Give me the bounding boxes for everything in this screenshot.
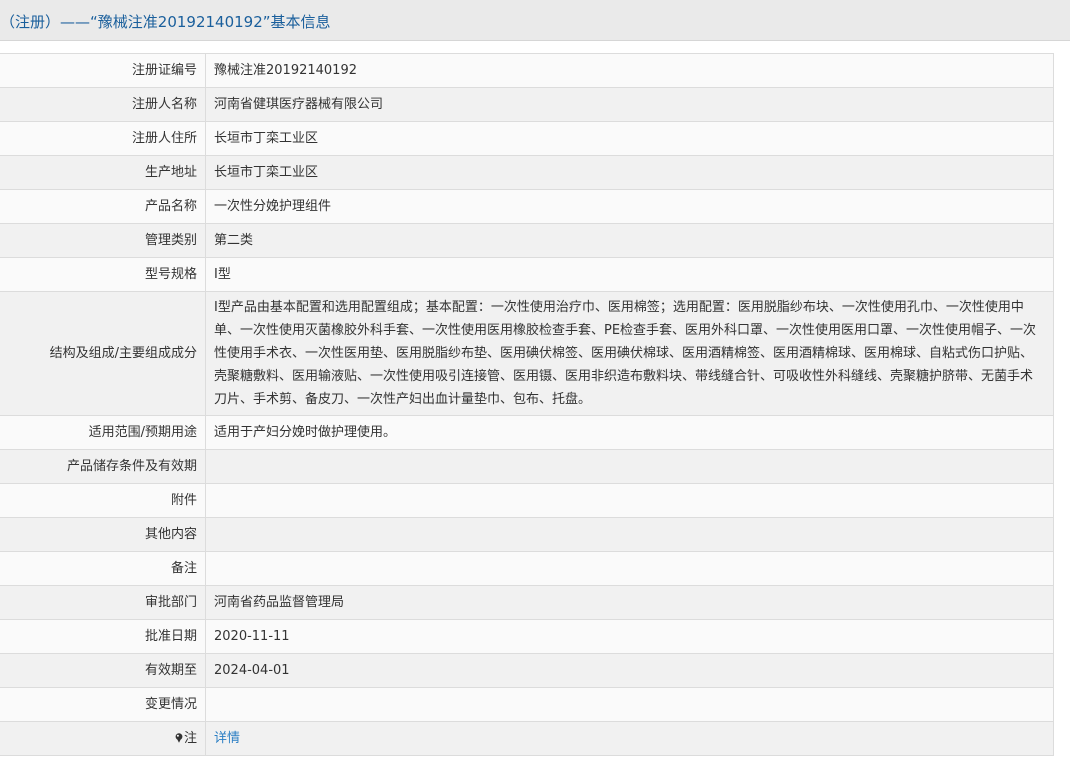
table-row: 生产地址 长垣市丁栾工业区	[0, 155, 1054, 190]
field-value: I型	[205, 257, 1054, 292]
field-label: 附件	[0, 483, 206, 518]
table-row: 其他内容	[0, 517, 1054, 552]
field-label: 生产地址	[0, 155, 206, 190]
field-label: 产品名称	[0, 189, 206, 224]
page-title: （注册）——“豫械注准20192140192”基本信息	[0, 13, 331, 31]
note-label-cell: 注	[0, 721, 206, 756]
table-row: 管理类别 第二类	[0, 223, 1054, 258]
field-value	[205, 483, 1054, 518]
table-row: 产品储存条件及有效期	[0, 449, 1054, 484]
field-value	[205, 449, 1054, 484]
field-label: 审批部门	[0, 585, 206, 620]
table-row: 审批部门 河南省药品监督管理局	[0, 585, 1054, 620]
table-row: 变更情况	[0, 687, 1054, 722]
registration-info-table: 注册证编号 豫械注准20192140192 注册人名称 河南省健琪医疗器械有限公…	[0, 53, 1054, 756]
note-label: 注	[183, 731, 197, 746]
field-label: 管理类别	[0, 223, 206, 258]
table-row: 注册人名称 河南省健琪医疗器械有限公司	[0, 87, 1054, 122]
note-value-cell: 详情	[205, 721, 1054, 756]
field-value: 长垣市丁栾工业区	[205, 155, 1054, 190]
table-row: 注册人住所 长垣市丁栾工业区	[0, 121, 1054, 156]
table-row: 适用范围/预期用途 适用于产妇分娩时做护理使用。	[0, 415, 1054, 450]
field-label: 备注	[0, 551, 206, 586]
field-label: 有效期至	[0, 653, 206, 688]
field-label: 注册证编号	[0, 53, 206, 88]
field-value: 第二类	[205, 223, 1054, 258]
field-value	[205, 517, 1054, 552]
field-value: I型产品由基本配置和选用配置组成；基本配置：一次性使用治疗巾、医用棉签；选用配置…	[205, 291, 1054, 416]
field-label: 型号规格	[0, 257, 206, 292]
field-value: 2020-11-11	[205, 619, 1054, 654]
pin-icon	[175, 733, 183, 743]
field-value: 河南省药品监督管理局	[205, 585, 1054, 620]
table-row: 有效期至 2024-04-01	[0, 653, 1054, 688]
field-label: 适用范围/预期用途	[0, 415, 206, 450]
table-row: 产品名称 一次性分娩护理组件	[0, 189, 1054, 224]
note-row: 注 详情	[0, 721, 1054, 756]
table-row: 注册证编号 豫械注准20192140192	[0, 53, 1054, 88]
field-value: 适用于产妇分娩时做护理使用。	[205, 415, 1054, 450]
table-row: 备注	[0, 551, 1054, 586]
table-row: 批准日期 2020-11-11	[0, 619, 1054, 654]
field-value: 河南省健琪医疗器械有限公司	[205, 87, 1054, 122]
field-value: 长垣市丁栾工业区	[205, 121, 1054, 156]
field-value	[205, 551, 1054, 586]
field-label: 注册人名称	[0, 87, 206, 122]
field-label: 其他内容	[0, 517, 206, 552]
field-value: 2024-04-01	[205, 653, 1054, 688]
details-link[interactable]: 详情	[214, 731, 240, 746]
field-label: 产品储存条件及有效期	[0, 449, 206, 484]
table-row: 型号规格 I型	[0, 257, 1054, 292]
field-label: 结构及组成/主要组成成分	[0, 291, 206, 416]
table-row: 结构及组成/主要组成成分 I型产品由基本配置和选用配置组成；基本配置：一次性使用…	[0, 291, 1054, 416]
page-header: （注册）——“豫械注准20192140192”基本信息	[0, 0, 1070, 41]
field-label: 变更情况	[0, 687, 206, 722]
field-value: 豫械注准20192140192	[205, 53, 1054, 88]
field-value	[205, 687, 1054, 722]
field-value: 一次性分娩护理组件	[205, 189, 1054, 224]
table-row: 附件	[0, 483, 1054, 518]
field-label: 注册人住所	[0, 121, 206, 156]
field-label: 批准日期	[0, 619, 206, 654]
